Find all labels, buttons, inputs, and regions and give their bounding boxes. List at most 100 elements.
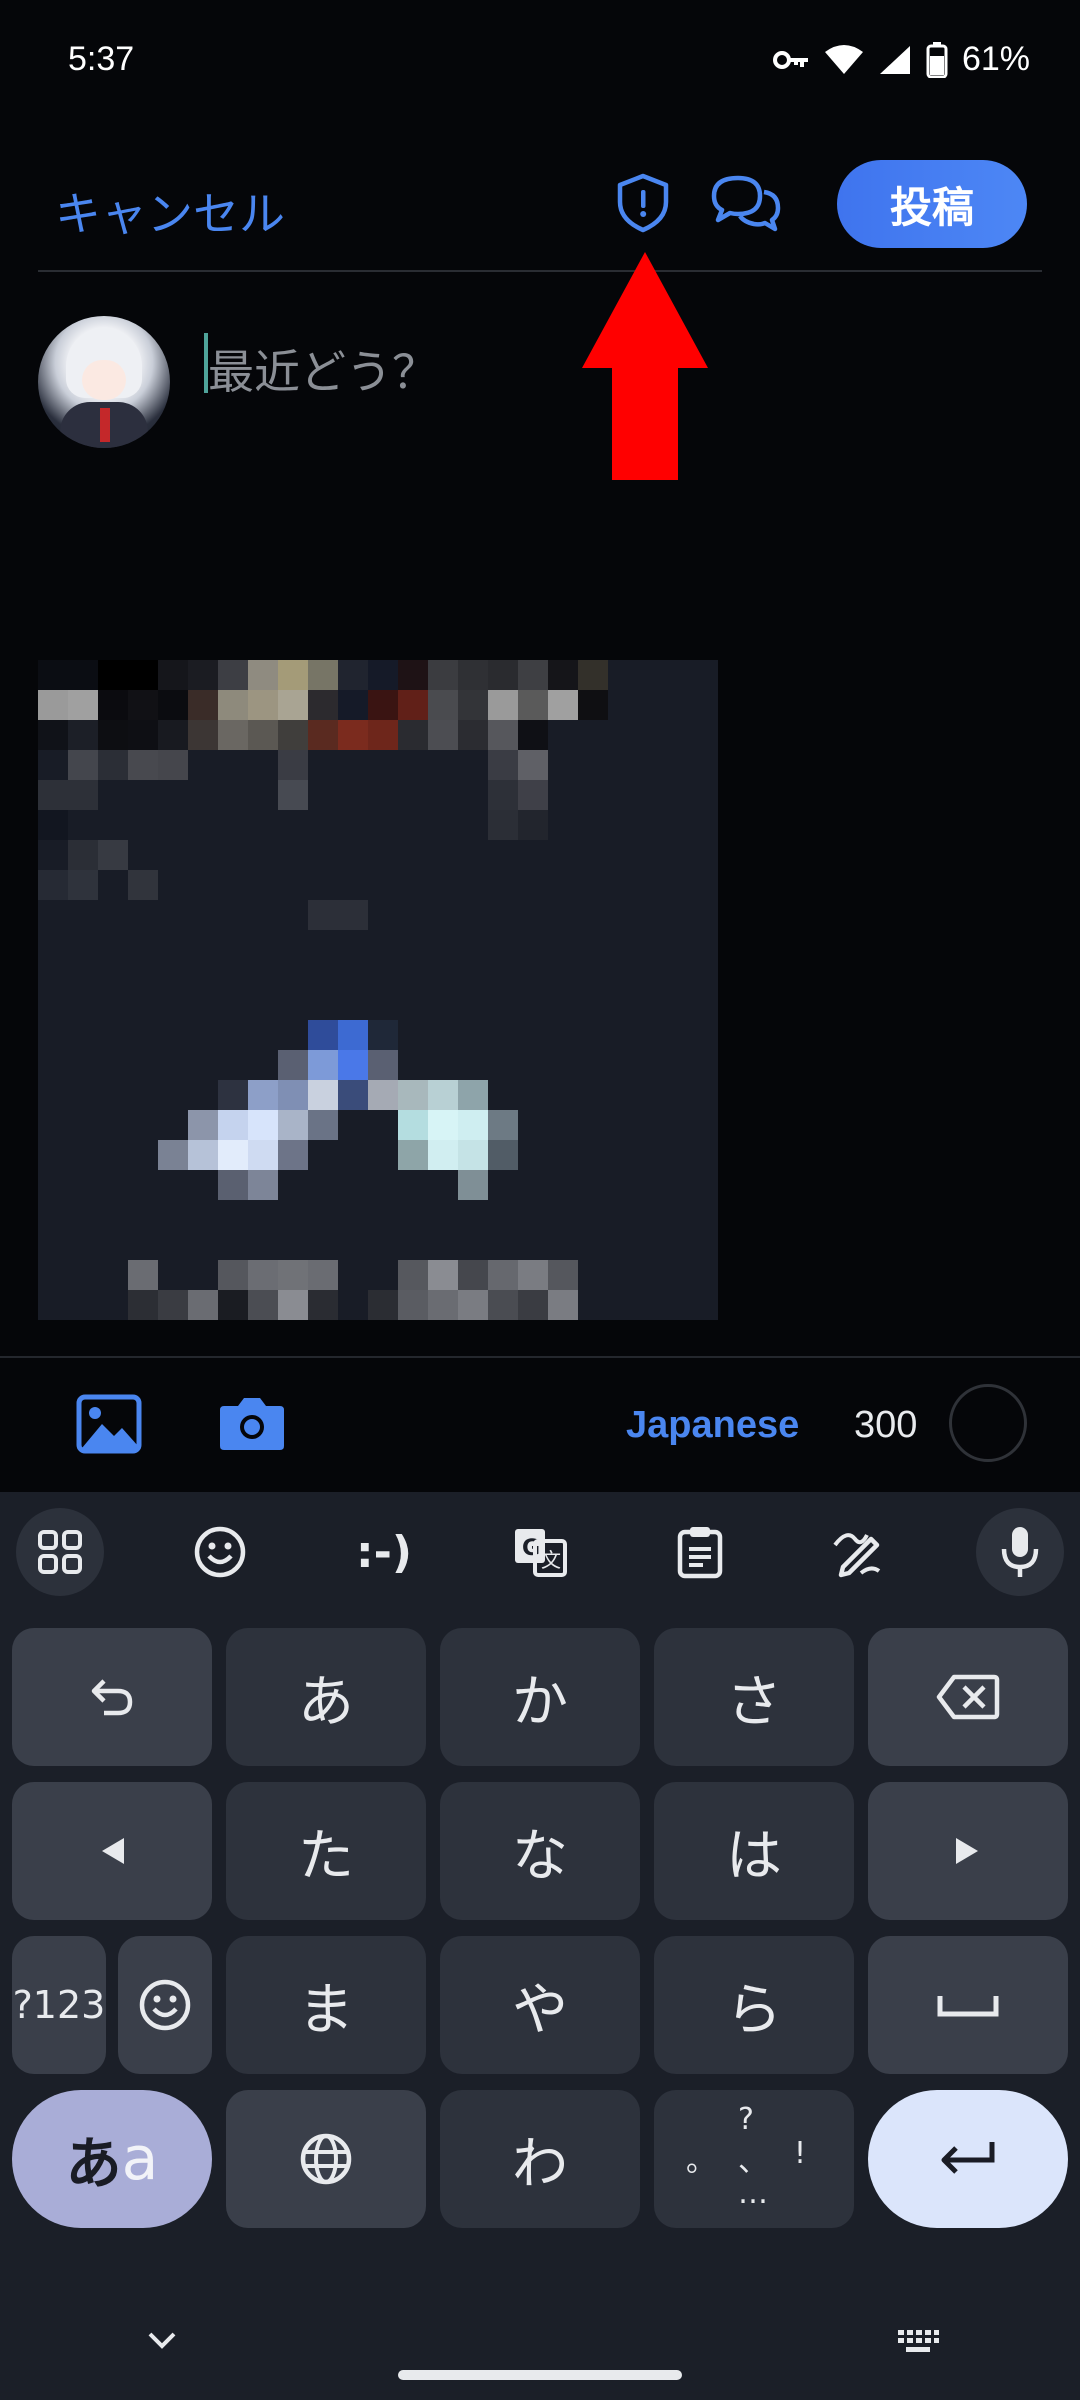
space-key[interactable]	[868, 1936, 1068, 2074]
mosaic-pixel	[188, 1290, 218, 1320]
mic-icon[interactable]	[976, 1508, 1064, 1596]
punctuation-key[interactable]: ? 。 、 ! …	[654, 2090, 854, 2228]
mosaic-pixel	[128, 660, 158, 690]
mosaic-pixel	[278, 1140, 308, 1170]
right-arrow-icon	[956, 1838, 978, 1864]
mosaic-pixel	[248, 690, 278, 720]
key-ra[interactable]: ら	[654, 1936, 854, 2074]
key-sa[interactable]: さ	[654, 1628, 854, 1766]
punct-exclaim: !	[794, 2136, 807, 2171]
keyboard: :-) G 文 あ か さ た な は ?123 ま や ら あ a わ ? 。…	[0, 1492, 1080, 2400]
symbols-key[interactable]: ?123	[12, 1936, 106, 2074]
mosaic-pixel	[38, 720, 68, 750]
shield-alert-icon[interactable]	[612, 172, 674, 234]
key-ya[interactable]: や	[440, 1936, 640, 2074]
post-text-input[interactable]: 最近どう？	[208, 336, 438, 402]
mosaic-pixel	[458, 690, 488, 720]
enter-key[interactable]	[868, 2090, 1068, 2228]
mosaic-pixel	[458, 1170, 488, 1200]
status-bar: 5:37 61%	[0, 0, 1080, 130]
mosaic-pixel	[368, 1290, 398, 1320]
key-wa[interactable]: わ	[440, 2090, 640, 2228]
undo-icon	[91, 1679, 133, 1716]
mosaic-pixel	[128, 720, 158, 750]
mosaic-pixel	[308, 1110, 338, 1140]
translate-glyph: G 文	[515, 1529, 567, 1577]
mosaic-pixel	[338, 900, 368, 930]
mosaic-pixel	[188, 720, 218, 750]
header-divider	[38, 270, 1042, 272]
key-ha[interactable]: は	[654, 1782, 854, 1920]
handwriting-icon[interactable]	[814, 1508, 902, 1596]
mosaic-pixel	[338, 660, 368, 690]
mosaic-pixel	[398, 720, 428, 750]
navigation-bar	[0, 2292, 1080, 2400]
mosaic-pixel	[398, 1290, 428, 1320]
backspace-key[interactable]	[868, 1628, 1068, 1766]
mosaic-pixel	[458, 720, 488, 750]
home-handle[interactable]	[398, 2370, 682, 2380]
attached-image-pixelated[interactable]	[38, 660, 718, 1320]
apps-grid-icon[interactable]	[16, 1508, 104, 1596]
mosaic-pixel	[368, 1020, 398, 1050]
input-mode-kana: あ	[65, 2131, 122, 2197]
mosaic-pixel	[368, 690, 398, 720]
cursor-right-key[interactable]	[868, 1782, 1068, 1920]
mosaic-pixel	[278, 750, 308, 780]
mosaic-pixel	[158, 690, 188, 720]
mosaic-pixel	[218, 1080, 248, 1110]
emoji-key[interactable]	[118, 1936, 212, 2074]
mosaic-pixel	[518, 720, 548, 750]
mosaic-pixel	[218, 660, 248, 690]
mosaic-pixel	[578, 660, 608, 690]
camera-icon[interactable]	[218, 1394, 286, 1452]
mosaic-pixel	[278, 1080, 308, 1110]
mosaic-pixel	[308, 1260, 338, 1290]
post-button[interactable]: 投稿	[837, 160, 1027, 248]
emoticon-button[interactable]: :-)	[334, 1508, 434, 1596]
cancel-button[interactable]: キャンセル	[55, 178, 285, 244]
mosaic-pixel	[248, 1290, 278, 1320]
mosaic-pixel	[488, 810, 518, 840]
mosaic-pixel	[458, 1140, 488, 1170]
translate-icon[interactable]: G 文	[496, 1508, 584, 1596]
avatar[interactable]	[38, 316, 170, 448]
key-ka[interactable]: か	[440, 1628, 640, 1766]
language-switch-key[interactable]	[226, 2090, 426, 2228]
mosaic-pixel	[578, 690, 608, 720]
status-icons: 61%	[772, 40, 1030, 79]
mosaic-pixel	[488, 720, 518, 750]
mosaic-pixel	[338, 690, 368, 720]
mosaic-pixel	[458, 1110, 488, 1140]
emoji-icon[interactable]	[176, 1508, 264, 1596]
clipboard-glyph	[677, 1527, 723, 1579]
language-selector[interactable]: Japanese	[626, 1404, 799, 1447]
emoji-key-icon	[139, 1979, 191, 2031]
undo-key[interactable]	[12, 1628, 212, 1766]
apps-grid-glyph	[38, 1530, 82, 1574]
input-mode-key[interactable]: あa	[12, 2090, 212, 2228]
conversation-icon[interactable]	[710, 172, 782, 234]
mosaic-pixel	[308, 1050, 338, 1080]
mosaic-pixel	[278, 660, 308, 690]
chevron-down-icon[interactable]	[146, 2330, 178, 2352]
key-ta[interactable]: た	[226, 1782, 426, 1920]
key-na[interactable]: な	[440, 1782, 640, 1920]
clipboard-icon[interactable]	[656, 1508, 744, 1596]
mosaic-pixel	[428, 690, 458, 720]
mosaic-pixel	[68, 660, 98, 690]
mosaic-pixel	[398, 660, 428, 690]
key-ma[interactable]: ま	[226, 1936, 426, 2074]
mosaic-pixel	[308, 690, 338, 720]
vpn-key-icon	[772, 50, 808, 69]
mosaic-pixel	[488, 1260, 518, 1290]
mosaic-pixel	[338, 1050, 368, 1080]
cursor-left-key[interactable]	[12, 1782, 212, 1920]
key-a[interactable]: あ	[226, 1628, 426, 1766]
image-gallery-icon[interactable]	[76, 1394, 142, 1454]
mosaic-pixel	[338, 1080, 368, 1110]
mosaic-pixel	[98, 720, 128, 750]
mosaic-pixel	[68, 720, 98, 750]
mosaic-pixel	[188, 690, 218, 720]
keyboard-switch-icon[interactable]	[896, 2328, 940, 2354]
